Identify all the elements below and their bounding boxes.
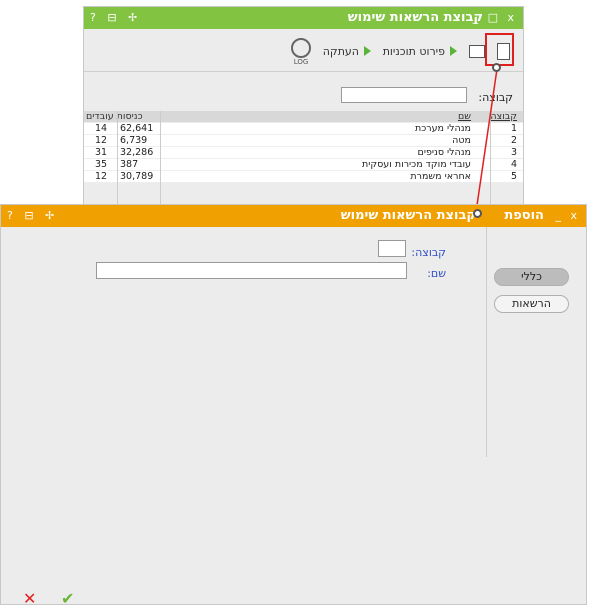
cell-employees: 14 — [94, 123, 108, 134]
table-header: קבוצה שם כניסות עובדים — [84, 111, 523, 122]
cell-name: מנהלי מערכת — [414, 123, 471, 134]
background-window: ? ⊟ ✢ קבוצת הרשאות שימוש _ □ x פירוט תוכ… — [83, 6, 524, 207]
breakdown-arrow-icon — [450, 46, 457, 56]
column-divider — [160, 111, 161, 206]
cell-employees: 31 — [94, 147, 108, 158]
table-row[interactable]: 3 מנהלי סניפים 32,286 31 — [84, 147, 523, 159]
cell-employees: 35 — [94, 159, 108, 170]
cell-id: 1 — [510, 123, 517, 134]
log-label: LOG — [293, 58, 309, 66]
new-button-highlight — [485, 33, 514, 66]
column-header-name[interactable]: שם — [241, 111, 471, 122]
help-print-move-icons[interactable]: ? ⊟ ✢ — [7, 209, 58, 222]
copy-button[interactable]: העתקה — [323, 45, 359, 58]
connector-knob-top — [492, 63, 501, 72]
table-row[interactable]: 2 מטה 6,739 12 — [84, 135, 523, 147]
cell-name: מטה — [452, 135, 471, 146]
cell-logins: 30,789 — [120, 171, 154, 182]
cell-logins: 62,641 — [120, 123, 154, 134]
side-panel-divider — [486, 227, 487, 457]
cell-id: 4 — [510, 159, 517, 170]
confirm-icon[interactable]: ✔ — [61, 589, 74, 608]
table-row[interactable]: 5 אחראי משמרת 30,789 12 — [84, 171, 523, 183]
cell-id: 3 — [510, 147, 517, 158]
column-divider — [490, 111, 491, 206]
help-print-move-icons[interactable]: ? ⊟ ✢ — [90, 11, 141, 24]
dialog-titlebar: ? ⊟ ✢ קבוצת הרשאות שימוש הוספת _ x — [1, 205, 586, 227]
tab-permissions[interactable]: הרשאות — [494, 295, 569, 313]
cell-name: עובדי מוקד מכירות ועסקית — [362, 159, 471, 170]
cell-id: 5 — [510, 171, 517, 182]
group-field-label: קבוצה: — [411, 246, 446, 259]
cell-logins: 6,739 — [120, 135, 148, 146]
cell-logins: 32,286 — [120, 147, 154, 158]
tab-general[interactable]: כללי — [494, 268, 569, 286]
add-dialog-window: ? ⊟ ✢ קבוצת הרשאות שימוש הוספת _ x קבוצה… — [0, 204, 587, 608]
breakdown-programs-button[interactable]: פירוט תוכניות — [383, 45, 445, 58]
cell-logins: 387 — [120, 159, 139, 170]
picture-edit-icon[interactable] — [469, 45, 485, 58]
name-field-label: שם: — [427, 267, 446, 280]
group-filter-label: קבוצה: — [478, 91, 513, 104]
cell-name: אחראי משמרת — [410, 171, 471, 182]
connector-knob-bottom — [473, 209, 482, 218]
cell-employees: 12 — [94, 171, 108, 182]
background-titlebar: ? ⊟ ✢ קבוצת הרשאות שימוש _ □ x — [84, 7, 523, 29]
group-filter-input[interactable] — [341, 87, 467, 103]
group-field-input[interactable] — [378, 240, 406, 257]
background-window-title: קבוצת הרשאות שימוש — [347, 10, 483, 25]
table-row[interactable]: 4 עובדי מוקד מכירות ועסקית 387 35 — [84, 159, 523, 171]
log-icon[interactable]: LOG — [289, 38, 313, 66]
dialog-title: קבוצת הרשאות שימוש — [340, 208, 476, 223]
column-header-group[interactable]: קבוצה — [487, 111, 517, 122]
table-row[interactable]: 1 מנהלי מערכת 62,641 14 — [84, 123, 523, 135]
cell-employees: 12 — [94, 135, 108, 146]
toolbar: פירוט תוכניות העתקה LOG — [84, 29, 523, 72]
cell-id: 2 — [510, 135, 517, 146]
dialog-title-prefix: הוספת — [504, 208, 544, 223]
copy-arrow-icon — [364, 46, 371, 56]
column-header-logins[interactable]: כניסות עובדים — [86, 111, 166, 122]
dialog-window-controls[interactable]: _ x — [555, 209, 580, 222]
name-field-input[interactable] — [96, 262, 407, 279]
cell-name: מנהלי סניפים — [417, 147, 471, 158]
column-divider — [117, 111, 118, 206]
window-controls[interactable]: _ □ x — [473, 11, 517, 24]
cancel-icon[interactable]: ✕ — [23, 589, 36, 608]
